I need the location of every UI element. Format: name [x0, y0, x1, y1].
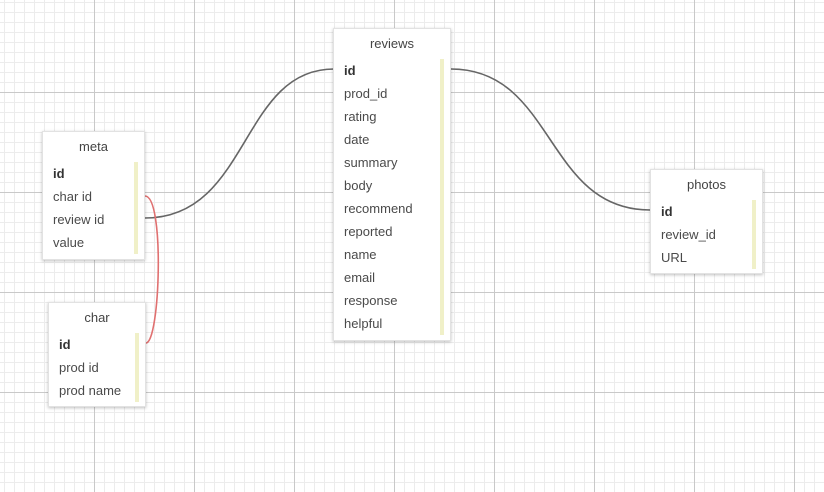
- scrollbar[interactable]: [752, 200, 756, 269]
- table-reviews[interactable]: reviews id prod_id rating date summary b…: [333, 28, 451, 341]
- field-reported[interactable]: reported: [344, 220, 440, 243]
- table-title: photos: [686, 177, 727, 192]
- table-title: char: [84, 310, 110, 325]
- field-id[interactable]: id: [59, 333, 135, 356]
- field-recommend[interactable]: recommend: [344, 197, 440, 220]
- field-id[interactable]: id: [344, 59, 440, 82]
- field-name[interactable]: name: [344, 243, 440, 266]
- field-review-id[interactable]: review id: [53, 208, 134, 231]
- table-meta[interactable]: meta id char id review id value: [42, 131, 145, 260]
- scrollbar[interactable]: [135, 333, 139, 402]
- field-prod-name[interactable]: prod name: [59, 379, 135, 402]
- field-helpful[interactable]: helpful: [344, 312, 440, 335]
- connector-meta-reviews[interactable]: [144, 68, 335, 219]
- table-char[interactable]: char id prod id prod name: [48, 302, 146, 407]
- field-id[interactable]: id: [661, 200, 752, 223]
- table-fields: id char id review id value: [43, 162, 144, 254]
- field-prod-id[interactable]: prod id: [59, 356, 135, 379]
- table-title: reviews: [369, 36, 415, 51]
- field-value[interactable]: value: [53, 231, 134, 254]
- table-fields: id review_id URL: [651, 200, 762, 269]
- scrollbar[interactable]: [440, 59, 444, 335]
- table-title: meta: [79, 139, 108, 154]
- connector-reviews-photos[interactable]: [450, 68, 651, 211]
- field-date[interactable]: date: [344, 128, 440, 151]
- scrollbar[interactable]: [134, 162, 138, 254]
- field-review-id[interactable]: review_id: [661, 223, 752, 246]
- field-id[interactable]: id: [53, 162, 134, 185]
- field-prod-id[interactable]: prod_id: [344, 82, 440, 105]
- table-fields: id prod_id rating date summary body reco…: [334, 59, 450, 335]
- table-fields: id prod id prod name: [49, 333, 145, 402]
- table-photos[interactable]: photos id review_id URL: [650, 169, 763, 274]
- field-rating[interactable]: rating: [344, 105, 440, 128]
- field-body[interactable]: body: [344, 174, 440, 197]
- field-email[interactable]: email: [344, 266, 440, 289]
- field-char-id[interactable]: char id: [53, 185, 134, 208]
- field-summary[interactable]: summary: [344, 151, 440, 174]
- field-url[interactable]: URL: [661, 246, 752, 269]
- field-response[interactable]: response: [344, 289, 440, 312]
